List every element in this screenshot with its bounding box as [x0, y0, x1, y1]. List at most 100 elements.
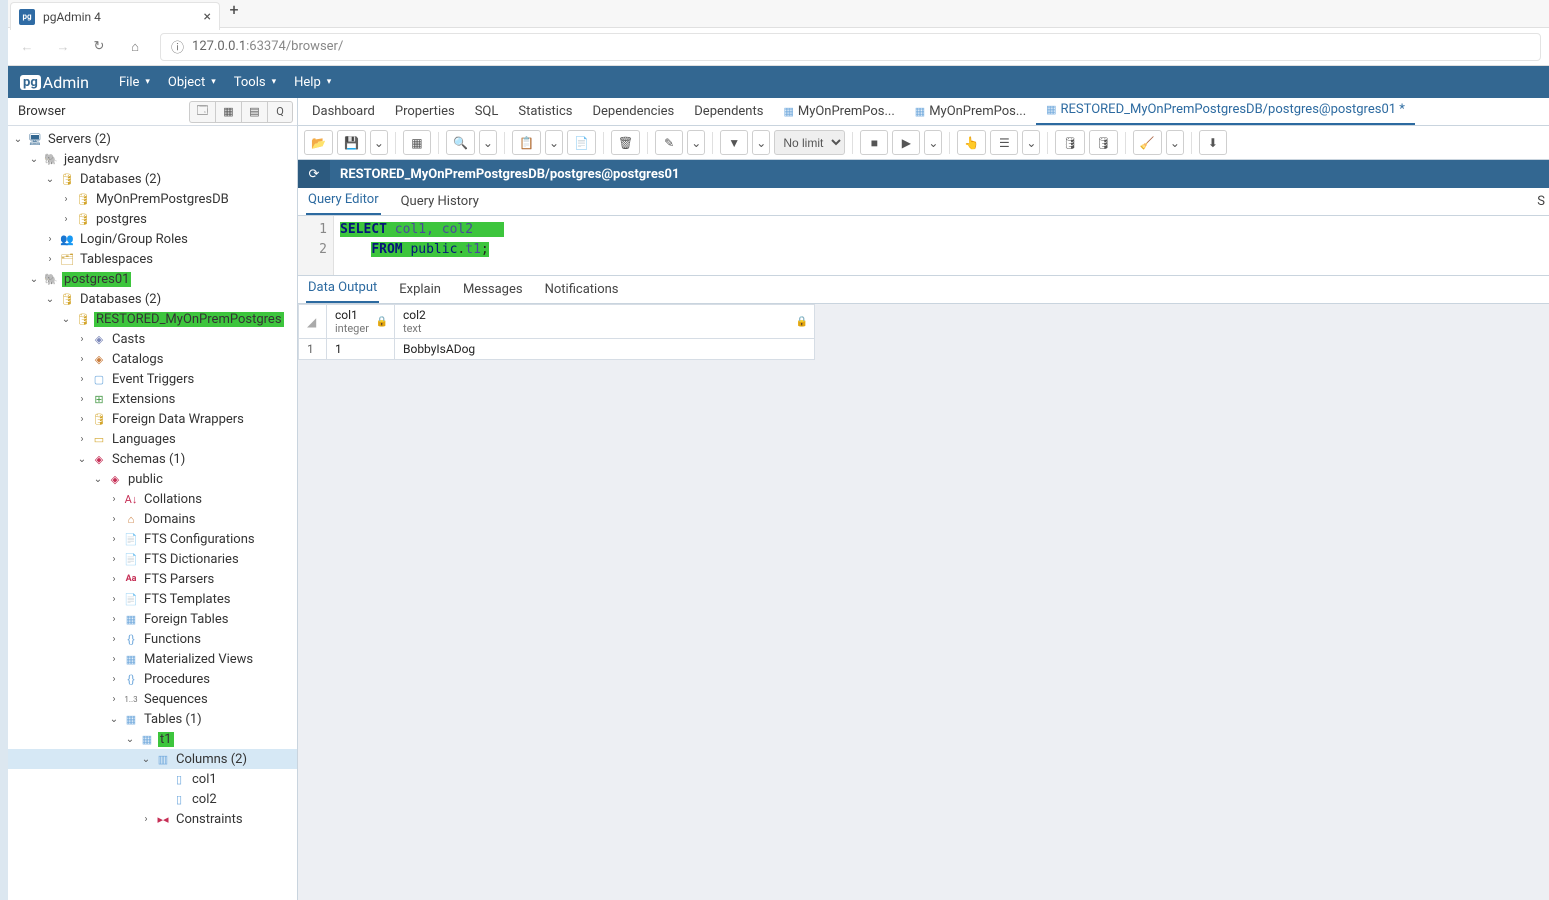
explain-icon[interactable]: 👆: [957, 130, 986, 155]
refresh-icon[interactable]: ↻: [88, 36, 110, 58]
tab-sql[interactable]: SQL: [465, 98, 509, 125]
tab-data-output[interactable]: Data Output: [306, 274, 379, 303]
column-icon: ▯: [171, 791, 187, 807]
paste-icon[interactable]: 📄: [567, 130, 596, 155]
explain-analyze-icon[interactable]: ☰: [990, 130, 1018, 155]
sql-editor[interactable]: 12 SELECT col1, col2 FROM public.t1;: [298, 216, 1549, 276]
new-tab-button[interactable]: +: [220, 0, 248, 19]
copy-dropdown[interactable]: ⌄: [545, 130, 563, 155]
find-dropdown[interactable]: ⌄: [479, 130, 497, 155]
table-row[interactable]: 1 1 BobbyIsADog: [299, 339, 815, 360]
edit-icon[interactable]: ✎: [655, 130, 683, 155]
connection-icon[interactable]: ⟳: [298, 160, 330, 188]
download-icon[interactable]: ⬇: [1199, 130, 1227, 155]
execute-icon[interactable]: ▶: [892, 130, 920, 155]
tab-query-history[interactable]: Query History: [399, 188, 481, 215]
object-tree[interactable]: ⌄🖥Servers (2) ⌄🐘jeanydsrv ⌄🛢Databases (2…: [8, 126, 297, 900]
col-header-col1[interactable]: col1integer 🔒: [327, 305, 395, 339]
main-tabs: Dashboard Properties SQL Statistics Depe…: [298, 98, 1549, 126]
filter-dropdown[interactable]: ⌄: [752, 130, 770, 155]
scratch-pad[interactable]: S: [1537, 194, 1545, 209]
foreign-tables-icon: ▦: [123, 611, 139, 627]
grid-icon[interactable]: ▦: [215, 101, 241, 123]
save-data-icon[interactable]: ▦: [403, 130, 431, 155]
result-grid[interactable]: ◢ col1integer 🔒 col2text 🔒: [298, 304, 1549, 900]
browser-tab[interactable]: pg pgAdmin 4 ×: [10, 2, 220, 30]
macros-dropdown[interactable]: ⌄: [1166, 130, 1184, 155]
pgadmin-logo: pgAdmin: [20, 73, 89, 92]
sequences-icon: 1..3: [123, 691, 139, 707]
limit-select[interactable]: No limit: [774, 130, 845, 155]
properties-icon[interactable]: 🗔: [189, 101, 215, 123]
column-icon: ▯: [171, 771, 187, 787]
constraints-icon: ▸◂: [155, 811, 171, 827]
server-group-icon: 🖥: [27, 131, 43, 147]
row-header-corner: ◢: [299, 305, 327, 339]
mat-views-icon: ▦: [123, 651, 139, 667]
tab-explain[interactable]: Explain: [397, 276, 443, 303]
fdw-icon: 🛢: [91, 411, 107, 427]
execute-dropdown[interactable]: ⌄: [924, 130, 942, 155]
browser-sidebar: Browser 🗔 ▦ ▤ Q ⌄🖥Servers (2) ⌄🐘jeanydsr…: [8, 98, 298, 900]
querytool-icon: ▦: [915, 105, 925, 118]
cell-col1[interactable]: 1: [327, 339, 395, 360]
rollback-icon[interactable]: 🛢: [1089, 130, 1118, 155]
tab-dependencies[interactable]: Dependencies: [582, 98, 684, 125]
menu-file[interactable]: File: [119, 75, 150, 90]
copy-icon[interactable]: 📋: [512, 130, 541, 155]
col-header-col2[interactable]: col2text 🔒: [395, 305, 815, 339]
query-subtabs: Query Editor Query History S: [298, 188, 1549, 216]
columns-icon: ▥: [155, 751, 171, 767]
menu-tools[interactable]: Tools: [234, 75, 276, 90]
tab-properties[interactable]: Properties: [385, 98, 465, 125]
browser-tab-strip: pg pgAdmin 4 × +: [8, 0, 1549, 28]
find-icon[interactable]: 🔍: [446, 130, 475, 155]
delete-icon[interactable]: 🗑: [611, 130, 640, 155]
commit-icon[interactable]: 🛢: [1055, 130, 1084, 155]
save-icon[interactable]: 💾: [337, 130, 366, 155]
schema-icon: ◈: [107, 471, 123, 487]
tab-dashboard[interactable]: Dashboard: [302, 98, 385, 125]
fts-dict-icon: 📄: [123, 551, 139, 567]
edit-dropdown[interactable]: ⌄: [687, 130, 705, 155]
tab-query-editor[interactable]: Query Editor: [306, 186, 381, 215]
pgadmin-menubar: pgAdmin File Object Tools Help: [8, 66, 1549, 98]
querytool-icon: ▦: [1046, 103, 1056, 116]
forward-icon[interactable]: →: [52, 36, 74, 58]
tab-querytool-2[interactable]: ▦MyOnPremPos...: [905, 98, 1036, 125]
tab-statistics[interactable]: Statistics: [508, 98, 582, 125]
tab-dependents[interactable]: Dependents: [684, 98, 773, 125]
databases-icon: 🛢: [59, 171, 75, 187]
database-icon: 🛢: [75, 191, 91, 207]
fts-parsers-icon: Aa: [123, 571, 139, 587]
back-icon[interactable]: ←: [16, 36, 38, 58]
connection-bar: ⟳ RESTORED_MyOnPremPostgresDB/postgres@p…: [298, 160, 1549, 188]
menu-object[interactable]: Object: [168, 75, 216, 90]
close-icon[interactable]: ×: [204, 10, 211, 24]
tab-notifications[interactable]: Notifications: [543, 276, 621, 303]
home-icon[interactable]: ⌂: [124, 36, 146, 58]
extensions-icon: ⊞: [91, 391, 107, 407]
open-file-icon[interactable]: 📂: [304, 130, 333, 155]
menu-help[interactable]: Help: [294, 75, 331, 90]
lock-icon: 🔒: [796, 316, 808, 327]
query-toolbar: 📂 💾 ⌄ ▦ 🔍 ⌄ 📋 ⌄ 📄 🗑 ✎ ⌄ ▼ ⌄: [298, 126, 1549, 160]
save-dropdown[interactable]: ⌄: [370, 130, 388, 155]
filter-icon[interactable]: ▤: [241, 101, 267, 123]
search-icon[interactable]: Q: [267, 101, 293, 123]
tablespaces-icon: 🗂: [59, 251, 75, 267]
tab-querytool-1[interactable]: ▦MyOnPremPos...: [773, 98, 904, 125]
databases-icon: 🛢: [59, 291, 75, 307]
url-field[interactable]: ⓘ 127.0.0.1:63374/browser/: [160, 33, 1541, 61]
info-icon: ⓘ: [171, 37, 184, 56]
cell-col2[interactable]: BobbyIsADog: [395, 339, 815, 360]
fts-templates-icon: 📄: [123, 591, 139, 607]
stop-icon[interactable]: ■: [860, 130, 888, 155]
tab-messages[interactable]: Messages: [461, 276, 525, 303]
explain-dropdown[interactable]: ⌄: [1022, 130, 1040, 155]
tab-querytool-3[interactable]: ▦RESTORED_MyOnPremPostgresDB/postgres@po…: [1036, 98, 1415, 125]
filter-icon[interactable]: ▼: [720, 130, 748, 155]
table-icon: ▦: [139, 731, 155, 747]
macros-icon[interactable]: 🧹: [1133, 130, 1162, 155]
row-number: 1: [299, 339, 327, 360]
